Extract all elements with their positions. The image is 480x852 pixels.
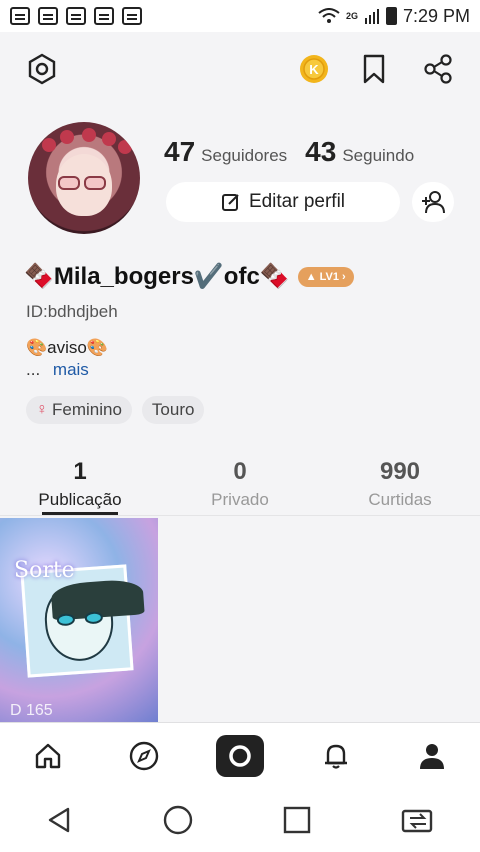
explore-compass-icon[interactable] — [96, 740, 192, 772]
edit-profile-button[interactable]: Editar perfil — [166, 182, 400, 222]
following-count[interactable]: 43 — [305, 136, 336, 168]
message-icon — [66, 7, 86, 25]
level-text: LV1 — [319, 270, 339, 283]
post-thumbnail[interactable]: Sorte D 165 — [0, 518, 158, 722]
add-user-icon — [422, 191, 445, 214]
username: 🍫Mila_bogers✔️ofc🍫 — [24, 263, 290, 290]
avatar[interactable] — [28, 122, 140, 234]
add-friend-button[interactable] — [412, 182, 454, 222]
followers-label[interactable]: Seguidores — [201, 146, 287, 166]
svg-text:K: K — [309, 62, 319, 77]
clock: 7:29 PM — [402, 5, 470, 26]
camera-button[interactable] — [192, 734, 288, 777]
ellipsis: ... — [26, 360, 41, 379]
lg-icon — [38, 7, 58, 25]
home-icon[interactable] — [0, 741, 96, 771]
followers-count[interactable]: 47 — [164, 136, 195, 168]
signal-icon — [364, 9, 379, 24]
tab-publicacao[interactable]: 1 Publicação — [0, 456, 160, 515]
switch-app-icon[interactable] — [400, 805, 436, 835]
profile-tabs: 1 Publicação 0 Privado 990 Curtidas — [0, 456, 480, 516]
zodiac-tag[interactable]: Touro — [141, 396, 205, 424]
level-badge[interactable]: ▲ LV1 › — [297, 266, 354, 287]
tab-count: 0 — [233, 458, 247, 485]
bottom-nav — [0, 722, 480, 788]
bio-more-row: ... mais — [26, 360, 89, 380]
follow-stats: 47 Seguidores 43 Seguindo — [164, 136, 426, 168]
mail-icon — [10, 7, 30, 25]
user-id: ID:bdhdjbeh — [26, 302, 118, 321]
coin-icon[interactable]: K — [296, 51, 332, 87]
qq-icon — [94, 7, 114, 25]
zodiac-label: Touro — [151, 400, 195, 419]
bio-text: 🎨aviso🎨 — [26, 338, 109, 357]
recents-icon[interactable] — [282, 805, 312, 835]
tab-label: Publicação — [38, 490, 122, 509]
username-row: 🍫Mila_bogers✔️ofc🍫 ▲ LV1 › — [24, 262, 354, 291]
network-type: 2G — [345, 11, 358, 21]
system-status: 2G 7:29 PM — [318, 6, 470, 27]
profile-header: K — [0, 50, 480, 90]
camera-icon — [216, 734, 264, 777]
post-grid: Sorte D 165 — [0, 518, 480, 722]
battery-icon — [385, 7, 397, 25]
wifi-icon — [318, 8, 340, 23]
profile-icon[interactable] — [384, 741, 480, 771]
level-up-icon: ▲ — [305, 270, 317, 283]
share-icon[interactable] — [420, 51, 456, 87]
bell-icon[interactable] — [288, 741, 384, 771]
gender-tag[interactable]: ♀ Feminino — [26, 396, 132, 424]
system-nav — [0, 788, 480, 852]
status-bar: 2G 7:29 PM — [0, 0, 480, 32]
bookmark-icon[interactable] — [356, 51, 392, 87]
female-icon: ♀ — [36, 401, 48, 418]
message-icon — [122, 7, 142, 25]
tab-label: Curtidas — [368, 490, 432, 509]
back-icon[interactable] — [44, 805, 74, 835]
post-title: Sorte — [14, 558, 75, 583]
avatar-glasses — [58, 176, 110, 190]
more-link[interactable]: mais — [53, 360, 89, 379]
chevron-right-icon: › — [341, 270, 346, 283]
tab-curtidas[interactable]: 990 Curtidas — [320, 456, 480, 515]
settings-hex-icon[interactable] — [24, 51, 60, 87]
avatar-flower-crown — [38, 128, 132, 154]
tab-privado[interactable]: 0 Privado — [160, 456, 320, 515]
gender-label: Feminino — [52, 400, 122, 419]
profile-tags: ♀ Feminino Touro — [26, 396, 205, 424]
notification-icons — [10, 7, 142, 25]
post-caption: D 165 — [10, 702, 53, 719]
tab-label: Privado — [211, 490, 269, 509]
home-circle-icon[interactable] — [162, 804, 194, 836]
edit-profile-label: Editar perfil — [248, 191, 346, 212]
tab-count: 990 — [379, 458, 421, 485]
edit-icon — [221, 194, 239, 211]
tab-count: 1 — [73, 458, 87, 485]
following-label[interactable]: Seguindo — [342, 146, 414, 166]
